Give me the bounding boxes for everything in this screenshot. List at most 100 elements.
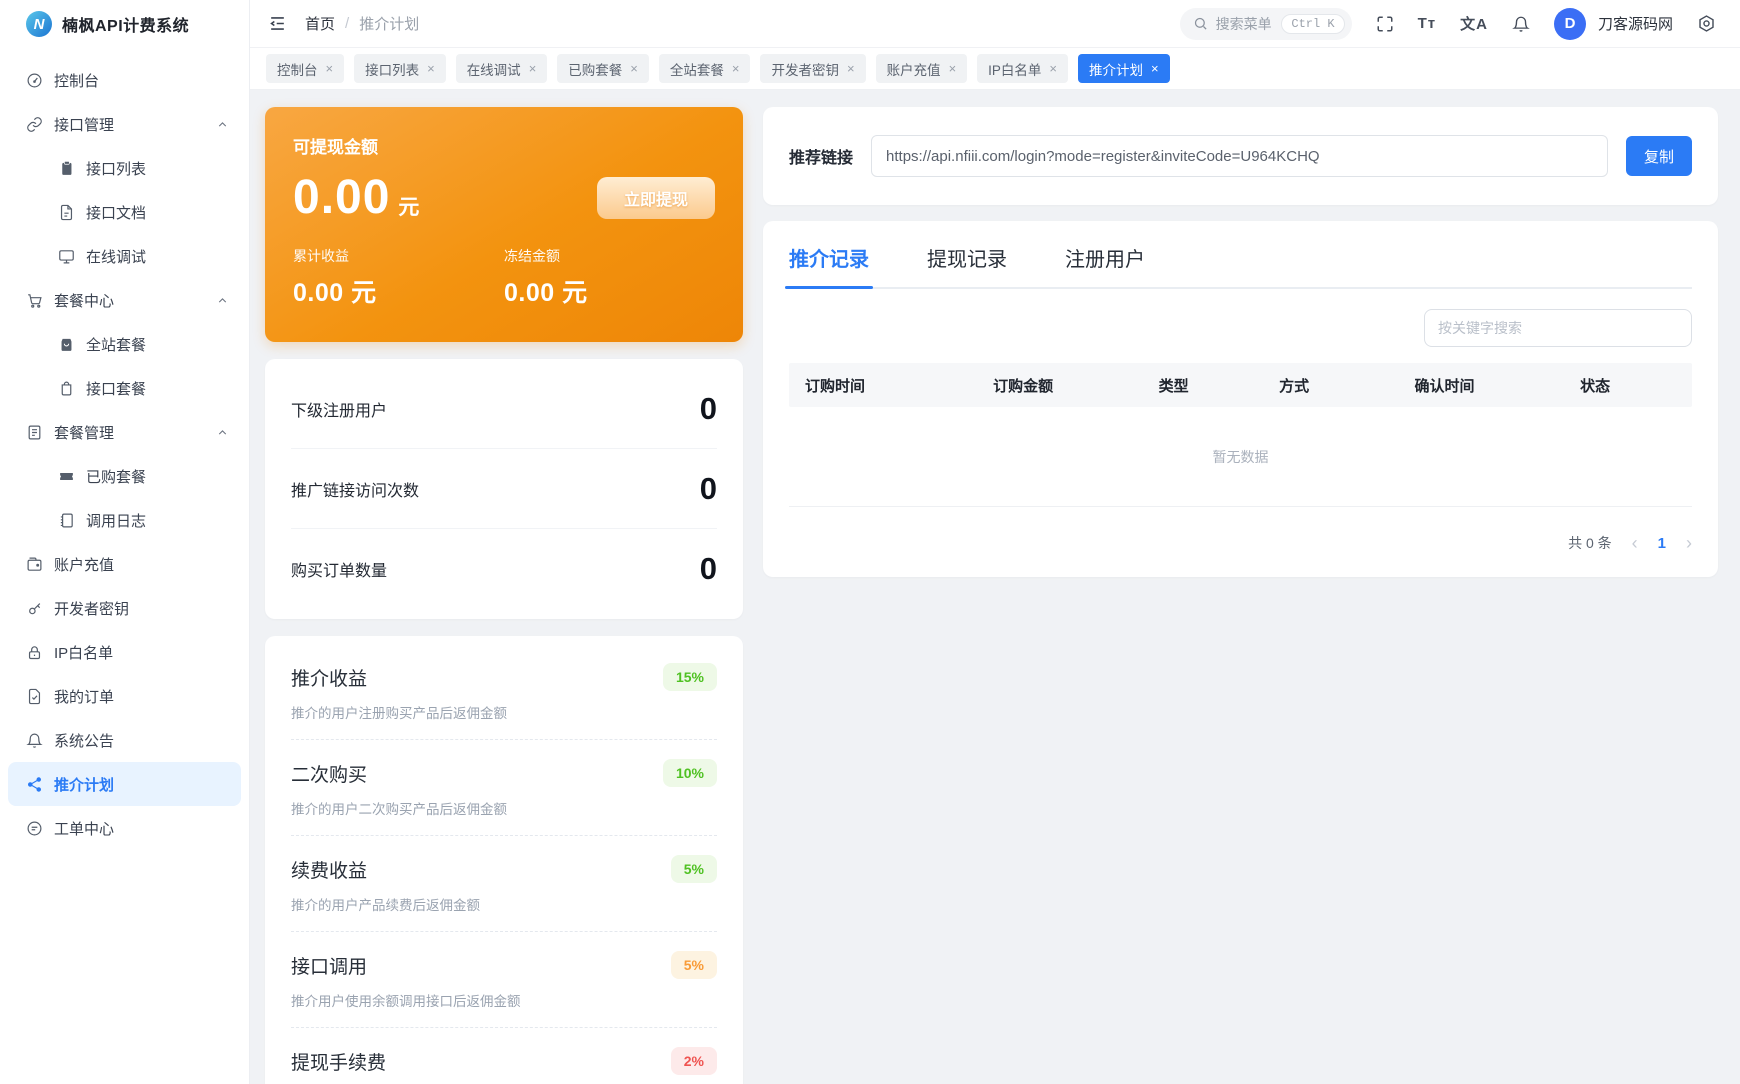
sidebar-item-api-list[interactable]: 接口列表 <box>8 146 241 190</box>
logo-letter: N <box>34 16 45 33</box>
total-count-text: 共 0 条 <box>1568 533 1612 553</box>
commission-description: 推介用户使用余额调用接口后返佣金额 <box>291 990 717 1010</box>
rate-badge: 15% <box>663 663 717 691</box>
sidebar-item-account-recharge[interactable]: 账户充值 <box>8 542 241 586</box>
withdrawable-amount: 0.00 <box>293 174 390 222</box>
referral-link-label: 推荐链接 <box>789 144 853 168</box>
records-search-row <box>789 309 1692 347</box>
stat-row-link-visits: 推广链接访问次数 0 <box>291 449 717 529</box>
sidebar-item-site-packages[interactable]: 全站套餐 <box>8 322 241 366</box>
sidebar-item-my-orders[interactable]: 我的订单 <box>8 674 241 718</box>
stat-row-purchase-orders: 购买订单数量 0 <box>291 529 717 609</box>
tab-api-list[interactable]: 接口列表× <box>354 54 446 83</box>
column-order-amount: 订购金额 <box>977 375 1143 396</box>
commission-row-withdrawal-fee: 提现手续费 2% 提现金额收取的手续费用 <box>291 1028 717 1084</box>
rate-badge: 5% <box>671 855 717 883</box>
tab-close-icon[interactable]: × <box>630 62 638 75</box>
column-type: 类型 <box>1143 375 1263 396</box>
next-page-icon[interactable]: › <box>1686 534 1692 552</box>
tab-close-icon[interactable]: × <box>326 62 334 75</box>
breadcrumb-current: 推介计划 <box>359 13 419 34</box>
tab-online-debug[interactable]: 在线调试 × <box>456 54 548 83</box>
sidebar-item-label: 全站套餐 <box>86 334 146 355</box>
breadcrumb-home[interactable]: 首页 <box>305 13 335 34</box>
sidebar-item-label: 套餐管理 <box>54 422 114 443</box>
settings-gear-icon[interactable] <box>1697 14 1716 33</box>
sidebar-item-developer-keys[interactable]: 开发者密钥 <box>8 586 241 630</box>
tab-close-icon[interactable]: × <box>1049 62 1057 75</box>
copy-link-button[interactable]: 复制 <box>1626 136 1692 176</box>
tab-site-packages[interactable]: 全站套餐× <box>659 54 751 83</box>
current-page-number[interactable]: 1 <box>1658 535 1666 552</box>
tab-close-icon[interactable]: × <box>1151 62 1159 75</box>
chevron-up-icon <box>216 426 229 439</box>
rate-badge: 2% <box>671 1047 717 1075</box>
prev-page-icon[interactable]: ‹ <box>1632 534 1638 552</box>
fullscreen-icon[interactable] <box>1376 15 1394 33</box>
app-title: 楠枫API计费系统 <box>62 12 189 36</box>
tab-account-recharge[interactable]: 账户充值× <box>876 54 968 83</box>
sidebar-item-api-packages[interactable]: 接口套餐 <box>8 366 241 410</box>
rate-badge: 5% <box>671 951 717 979</box>
tab-purchased-packages[interactable]: 已购套餐× <box>557 54 649 83</box>
tab-referral-records[interactable]: 推介记录 <box>789 243 869 287</box>
tab-label: 推介计划 <box>1089 59 1143 79</box>
tab-developer-keys[interactable]: 开发者密钥 × <box>760 54 865 83</box>
commission-row-referral-earnings: 推介收益 15% 推介的用户注册购买产品后返佣金额 <box>291 644 717 740</box>
sidebar-item-label: 套餐中心 <box>54 290 114 311</box>
user-name[interactable]: 刀客源码网 <box>1598 13 1673 34</box>
breadcrumb: 首页 / 推介计划 <box>305 13 419 34</box>
column-method: 方式 <box>1263 375 1398 396</box>
file-text-icon <box>58 204 75 221</box>
tab-referral-plan[interactable]: 推介计划 × <box>1078 54 1170 83</box>
sidebar-item-label: 在线调试 <box>86 246 146 267</box>
sidebar-item-api-docs[interactable]: 接口文档 <box>8 190 241 234</box>
user-avatar[interactable]: D <box>1554 8 1586 40</box>
commission-title: 二次购买 <box>291 760 367 787</box>
notification-bell-icon[interactable] <box>1512 15 1530 33</box>
sidebar-item-ip-whitelist[interactable]: IP白名单 <box>8 630 241 674</box>
withdraw-now-button[interactable]: 立即提现 <box>597 177 715 219</box>
tab-registered-users[interactable]: 注册用户 <box>1065 243 1145 287</box>
page-content: 可提现金额 0.00 元 立即提现 累计收益 0.00 元 冻结金额 0.00 … <box>250 90 1740 1084</box>
notebook-icon <box>58 512 75 529</box>
sidebar-item-purchased-packages[interactable]: 已购套餐 <box>8 454 241 498</box>
tab-close-icon[interactable]: × <box>732 62 740 75</box>
sidebar-item-label: 开发者密钥 <box>54 598 129 619</box>
sidebar-group-package-center[interactable]: 套餐中心 <box>8 278 241 322</box>
tab-label: 开发者密钥 <box>771 59 839 79</box>
app-logo-icon: N <box>26 11 52 37</box>
menu-fold-icon[interactable] <box>268 14 287 33</box>
tab-ip-whitelist[interactable]: IP白名单× <box>977 54 1068 83</box>
sidebar-item-dashboard[interactable]: 控制台 <box>8 58 241 102</box>
bag-icon <box>58 380 75 397</box>
sidebar-group-api-management[interactable]: 接口管理 <box>8 102 241 146</box>
monitor-icon <box>58 248 75 265</box>
sidebar-group-package-management[interactable]: 套餐管理 <box>8 410 241 454</box>
wallet-icon <box>26 556 43 573</box>
search-menu-button[interactable]: 搜索菜单 Ctrl K <box>1180 8 1352 40</box>
commission-description: 推介的用户产品续费后返佣金额 <box>291 894 717 914</box>
keyword-search-input[interactable] <box>1424 309 1692 347</box>
tab-withdrawal-records[interactable]: 提现记录 <box>927 243 1007 287</box>
translate-icon[interactable]: 文A <box>1460 13 1488 34</box>
sidebar-item-call-logs[interactable]: 调用日志 <box>8 498 241 542</box>
sidebar-item-ticket-center[interactable]: 工单中心 <box>8 806 241 850</box>
referral-link-input[interactable] <box>871 135 1608 177</box>
tab-close-icon[interactable]: × <box>847 62 855 75</box>
order-check-icon <box>26 688 43 705</box>
font-size-icon[interactable]: Tт <box>1418 15 1437 32</box>
commission-title: 推介收益 <box>291 664 367 691</box>
sidebar-item-label: 推介计划 <box>54 774 114 795</box>
tab-close-icon[interactable]: × <box>949 62 957 75</box>
sidebar-item-system-announcements[interactable]: 系统公告 <box>8 718 241 762</box>
key-icon <box>26 600 43 617</box>
tab-label: 在线调试 <box>467 59 521 79</box>
tab-dashboard[interactable]: 控制台× <box>266 54 344 83</box>
sidebar-item-referral-plan[interactable]: 推介计划 <box>8 762 241 806</box>
tab-close-icon[interactable]: × <box>427 62 435 75</box>
ticket-icon <box>58 468 75 485</box>
tab-close-icon[interactable]: × <box>529 62 537 75</box>
sidebar-item-online-debug[interactable]: 在线调试 <box>8 234 241 278</box>
chat-icon <box>26 820 43 837</box>
